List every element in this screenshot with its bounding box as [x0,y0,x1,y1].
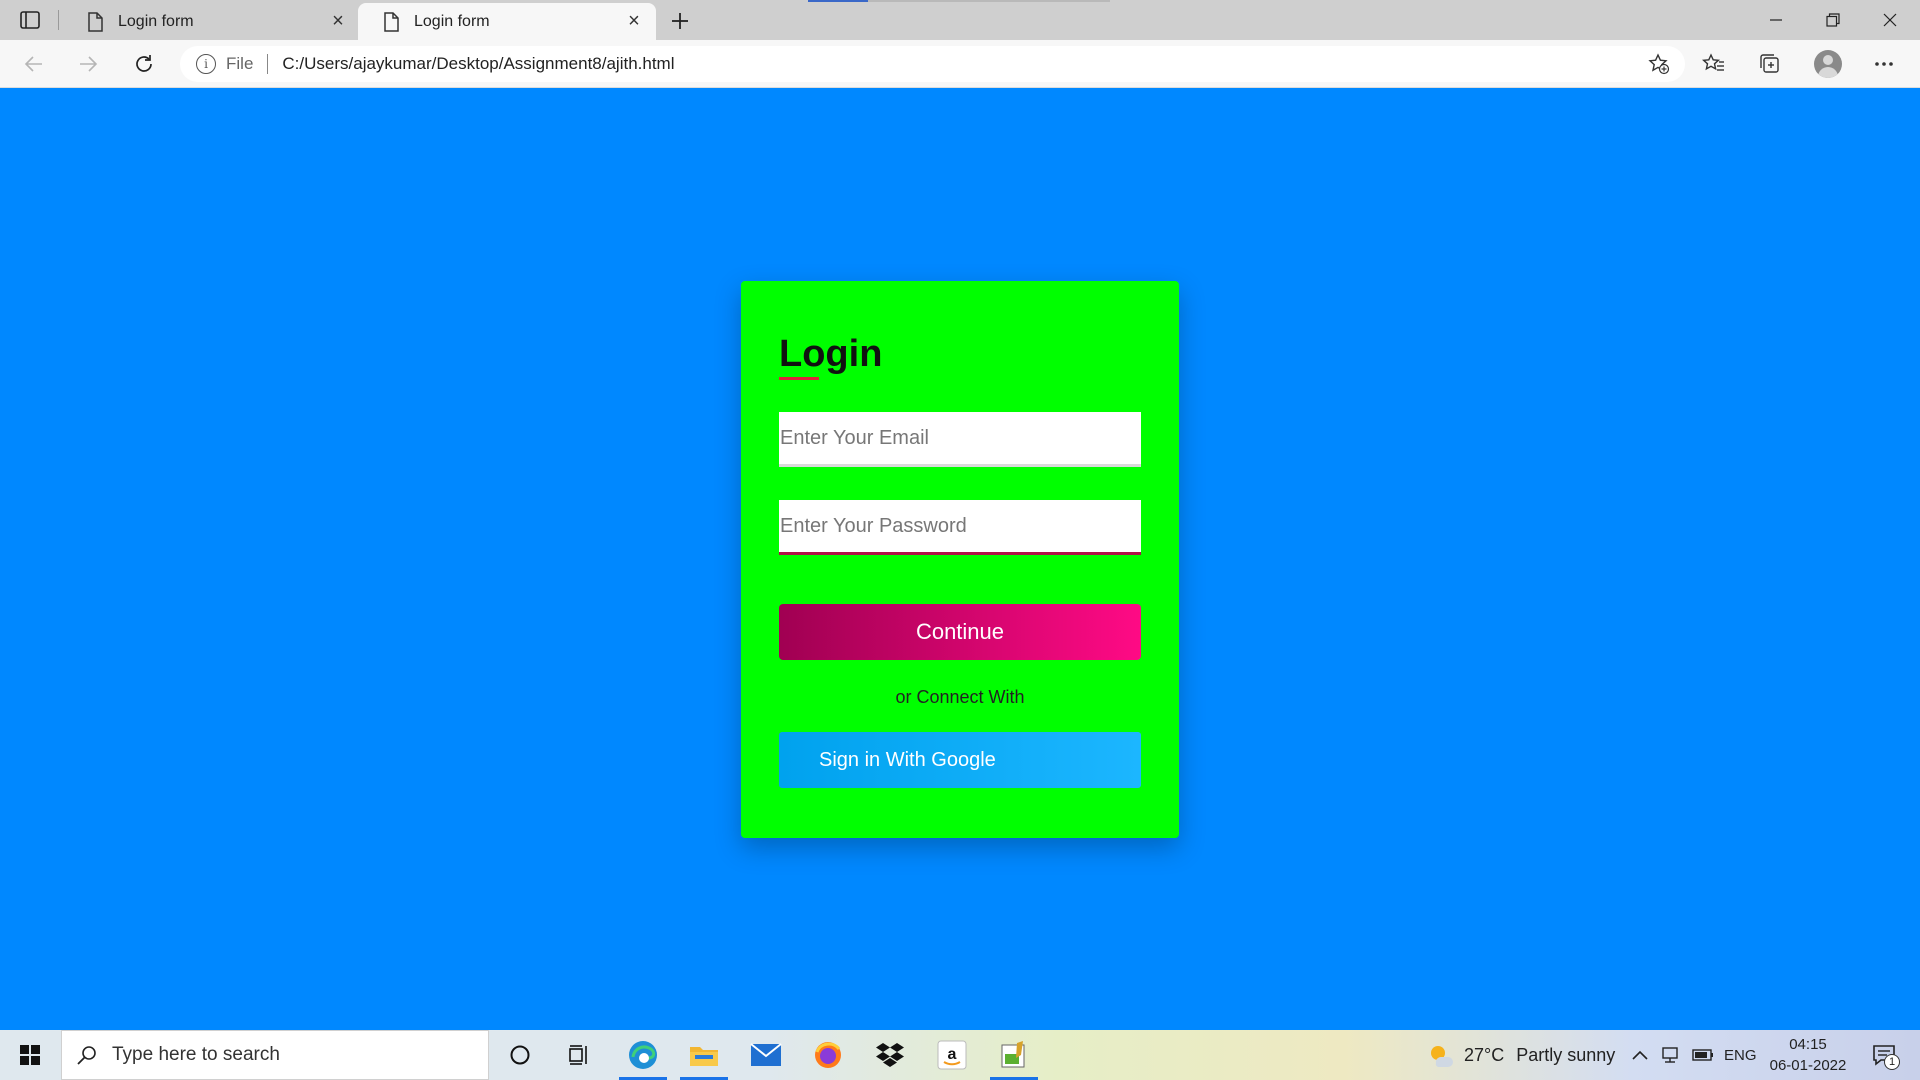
windows-icon [20,1045,40,1065]
file-scheme-label: File [226,54,254,73]
login-card: Login Continue or Connect With Sign in W… [741,281,1179,838]
clock[interactable]: 04:15 06-01-2022 [1766,1034,1850,1076]
restore-icon [1826,13,1840,27]
chevron-up-icon [1632,1050,1648,1060]
folder-icon [690,1047,718,1066]
more-icon [1875,62,1893,66]
cortana-button[interactable] [490,1030,550,1080]
weather-temp: 27°C [1464,1044,1505,1065]
notifications-button[interactable]: 1 [1864,1038,1904,1072]
collections-button[interactable] [1754,48,1786,80]
page-viewport: Login Continue or Connect With Sign in W… [0,88,1920,1030]
more-menu-button[interactable] [1868,48,1900,80]
tab-actions-icon [20,11,40,29]
arrow-right-icon [80,56,98,72]
favorites-button[interactable] [1698,48,1730,80]
battery-icon [1692,1049,1713,1061]
forward-button[interactable] [72,48,104,80]
notepad-icon [1001,1041,1025,1068]
clock-date: 06-01-2022 [1769,1057,1847,1074]
search-placeholder: Type here to search [112,1044,280,1065]
mail-icon [750,1043,782,1066]
cortana-icon [510,1045,530,1065]
arrow-left-icon [24,56,42,72]
clock-time: 04:15 [1789,1036,1827,1053]
battery-button[interactable] [1692,1030,1714,1080]
taskbar: Type here to search a 27°C Partly sunny … [0,1030,1920,1080]
notification-count-badge: 1 [1884,1054,1900,1070]
new-tab-button[interactable] [666,7,694,35]
svg-text:a: a [948,1046,957,1063]
file-explorer-button[interactable] [674,1030,734,1080]
close-tab-icon[interactable]: × [624,10,644,32]
edge-taskbar-button[interactable] [613,1030,673,1080]
taskbar-search-box[interactable]: Type here to search [61,1030,489,1080]
edge-icon [629,1041,657,1069]
task-view-button[interactable] [550,1030,610,1080]
refresh-icon [136,55,152,72]
restore-button[interactable] [1805,0,1861,40]
address-divider [267,54,269,74]
start-button[interactable] [8,1035,52,1075]
network-button[interactable] [1660,1030,1680,1080]
refresh-button[interactable] [128,48,160,80]
language-indicator[interactable]: ENG [1724,1030,1757,1080]
tab-actions-button[interactable] [14,8,46,32]
mail-button[interactable] [736,1030,796,1080]
minimize-icon [1770,19,1782,21]
tab-login-form-2[interactable]: Login form × [358,3,656,40]
url-text[interactable]: C:/Users/ajaykumar/Desktop/Assignment8/a… [282,54,674,74]
amazon-button[interactable]: a [922,1030,982,1080]
profile-button[interactable] [1812,48,1844,80]
firefox-icon [815,1042,841,1068]
close-icon [1883,13,1897,27]
notepad-plus-button[interactable] [984,1030,1044,1080]
document-icon [88,11,103,32]
tab-separator [58,10,59,30]
loading-indicator [808,0,1110,2]
document-icon [384,11,399,32]
dropbox-button[interactable] [860,1030,920,1080]
plus-icon [672,13,688,29]
show-hidden-icons-button[interactable] [1632,1030,1648,1080]
network-icon [1662,1047,1678,1063]
google-sign-in-button[interactable]: Sign in With Google [779,732,1141,788]
address-bar[interactable]: i File C:/Users/ajaykumar/Desktop/Assign… [180,46,1685,82]
tab-strip: Login form × Login form × [0,0,1920,40]
tab-login-form-1[interactable]: Login form × [62,3,360,40]
tab-title: Login form [118,12,194,30]
password-input[interactable] [779,500,1141,555]
favorites-icon [1702,53,1724,71]
back-button[interactable] [18,48,50,80]
add-favorite-button[interactable] [1647,52,1671,76]
partly-sunny-icon [1431,1046,1453,1067]
browser-toolbar: i File C:/Users/ajaykumar/Desktop/Assign… [0,40,1920,88]
spellcheck-underline [779,377,819,380]
info-icon[interactable]: i [196,54,216,74]
email-input[interactable] [779,412,1141,467]
continue-button[interactable]: Continue [779,604,1141,660]
weather-condition: Partly sunny [1516,1044,1616,1065]
login-heading-text: Login [779,333,883,375]
amazon-icon: a [937,1040,967,1070]
minimize-button[interactable] [1748,0,1804,40]
firefox-button[interactable] [798,1030,858,1080]
star-plus-icon [1648,53,1670,75]
search-icon [77,1046,96,1065]
task-view-icon [569,1045,587,1065]
close-tab-icon[interactable]: × [328,10,348,32]
avatar [1814,50,1842,78]
weather-widget[interactable]: 27°C Partly sunny [1428,1030,1615,1080]
tab-title: Login form [414,12,490,30]
login-heading: Login [779,333,883,380]
close-window-button[interactable] [1862,0,1918,40]
connect-with-text: or Connect With [895,687,1025,707]
dropbox-icon [876,1043,904,1067]
collections-icon [1760,54,1779,73]
